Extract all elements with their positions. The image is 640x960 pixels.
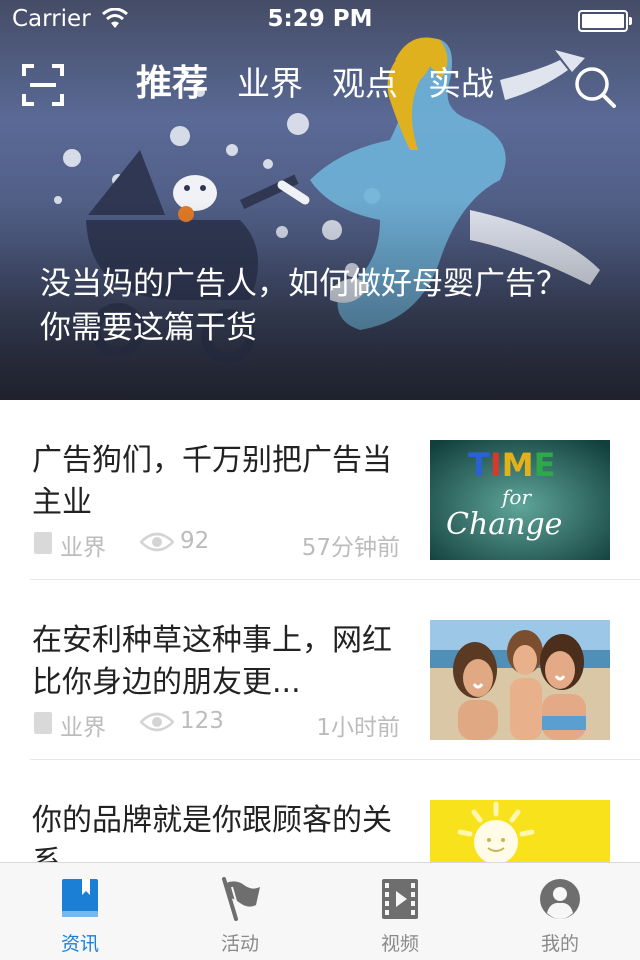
search-icon[interactable]: [572, 64, 618, 110]
book-icon: [62, 879, 98, 917]
tabbar-label: 我的: [540, 933, 579, 955]
time-for-change-image: TIME for Change: [430, 440, 610, 560]
news-item[interactable]: 在安利种草这种事上，网红比你身边的朋友更... 业界 123 1小时前: [0, 580, 640, 760]
tab-bar: 资讯 活动 视频 我的: [0, 862, 640, 960]
news-time: 1小时前: [316, 715, 400, 741]
hero-title[interactable]: 没当妈的广告人，如何做好母婴广告？你需要这篇干货: [40, 262, 580, 350]
status-bar: Carrier 5:29 PM: [0, 0, 640, 40]
news-thumbnail[interactable]: [430, 620, 610, 740]
flag-icon: [222, 877, 260, 921]
eye-icon: [140, 712, 174, 732]
category-icon: [34, 712, 52, 734]
category-icon: [34, 532, 52, 554]
thumb-word-time: TIME: [468, 446, 555, 484]
beach-friends-image: [430, 620, 610, 740]
tab-practice[interactable]: 实战: [428, 62, 494, 106]
user-icon: [540, 879, 580, 919]
tabbar-item-profile[interactable]: 我的: [480, 863, 640, 960]
tab-industry[interactable]: 业界: [237, 62, 303, 106]
thumb-word-for: for: [500, 485, 532, 509]
scan-icon[interactable]: [22, 64, 64, 106]
tab-opinion[interactable]: 观点: [332, 62, 398, 106]
news-thumbnail[interactable]: TIME for Change: [430, 440, 610, 560]
tabbar-label: 资讯: [60, 933, 99, 955]
top-navigation: 推荐 业界 观点 实战: [0, 50, 640, 120]
tabbar-item-events[interactable]: 活动: [160, 863, 320, 960]
news-views: 92: [180, 528, 210, 554]
status-time: 5:29 PM: [267, 6, 373, 32]
eye-icon: [140, 532, 174, 552]
tab-recommend[interactable]: 推荐: [136, 62, 208, 106]
news-meta: 业界 92 57分钟前: [32, 528, 402, 561]
news-title[interactable]: 广告狗们，千万别把广告当主业: [32, 440, 404, 524]
hero-banner[interactable]: Carrier 5:29 PM 推荐 业界 观点 实战 没当妈的广告人，如何做好…: [0, 0, 640, 400]
news-category: 业界: [60, 715, 106, 741]
news-item[interactable]: 广告狗们，千万别把广告当主业 业界 92 57分钟前 TIME for Chan…: [0, 400, 640, 580]
tabbar-item-news[interactable]: 资讯: [0, 863, 160, 960]
tabbar-label: 视频: [380, 933, 419, 955]
film-icon: [382, 879, 418, 919]
tabbar-label: 活动: [220, 933, 259, 955]
battery-icon: [578, 10, 632, 32]
thumb-word-change: Change: [446, 507, 562, 542]
news-category: 业界: [60, 535, 106, 561]
news-title[interactable]: 在安利种草这种事上，网红比你身边的朋友更...: [32, 620, 404, 704]
news-views: 123: [180, 708, 224, 734]
tabbar-item-video[interactable]: 视频: [320, 863, 480, 960]
news-time: 57分钟前: [301, 535, 400, 561]
news-meta: 业界 123 1小时前: [32, 708, 402, 741]
